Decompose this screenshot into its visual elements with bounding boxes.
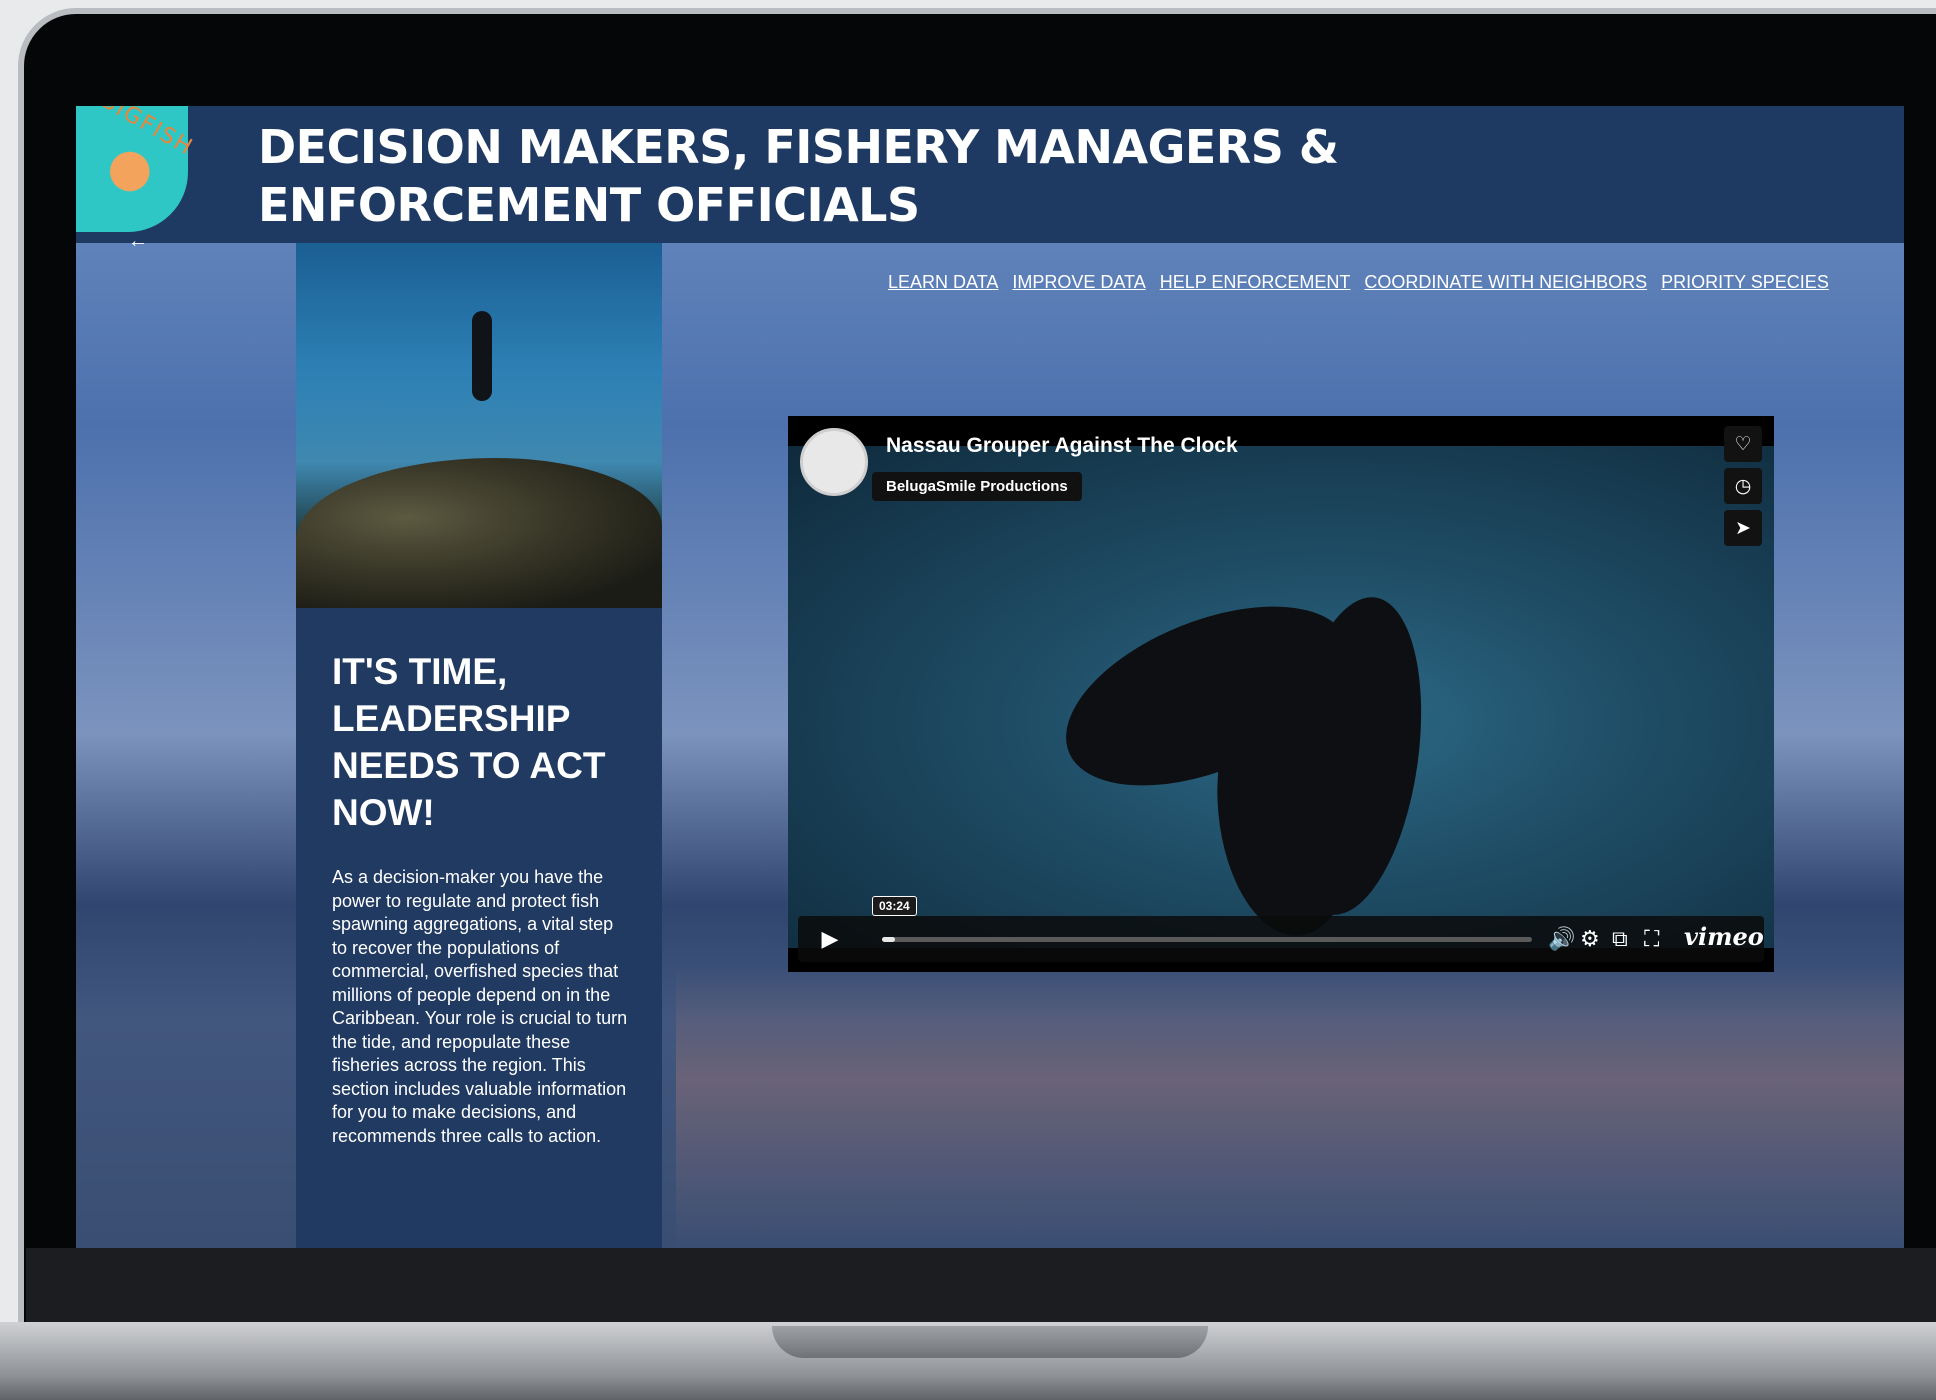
video-frame[interactable]	[788, 446, 1774, 948]
site-header: BIGFISH ← DECISION MAKERS, FISHERY MANAG…	[76, 106, 1904, 252]
volume-icon[interactable]: 🔊	[1548, 926, 1575, 952]
gear-icon[interactable]: ⚙	[1580, 926, 1600, 952]
bigfish-logo[interactable]: BIGFISH	[76, 106, 198, 232]
laptop-notch	[772, 1326, 1208, 1358]
clock-icon[interactable]: ◷	[1724, 468, 1762, 504]
sunset-background	[676, 966, 1904, 1248]
call-to-action-heading: IT'S TIME, LEADERSHIP NEEDS TO ACT NOW!	[332, 651, 606, 833]
nav-link-learn-data[interactable]: LEARN DATA	[888, 272, 998, 293]
nav-link-improve-data[interactable]: IMPROVE DATA	[1012, 272, 1145, 293]
website-screen: BIGFISH ← DECISION MAKERS, FISHERY MANAG…	[76, 106, 1904, 1248]
page-title: DECISION MAKERS, FISHERY MANAGERS & ENFO…	[258, 120, 1339, 232]
video-title[interactable]: Nassau Grouper Against The Clock	[886, 434, 1238, 458]
video-owner[interactable]: BelugaSmile Productions	[872, 472, 1082, 501]
fullscreen-icon[interactable]: ⛶	[1644, 926, 1659, 952]
nav-link-priority-species[interactable]: PRIORITY SPECIES	[1661, 272, 1829, 293]
diver-photo	[296, 243, 662, 608]
paper-plane-icon[interactable]: ➤	[1724, 510, 1762, 546]
heart-icon[interactable]: ♡	[1724, 426, 1762, 462]
player-controls: ▶ 03:24 🔊 ⚙ ⧉ ⛶ vimeo	[798, 896, 1764, 962]
nav-link-help-enforcement[interactable]: HELP ENFORCEMENT	[1160, 272, 1351, 293]
coral-reef	[296, 458, 662, 608]
vimeo-logo[interactable]: vimeo	[1684, 922, 1764, 951]
nav-link-coordinate-with-neighbors[interactable]: COORDINATE WITH NEIGHBORS	[1364, 272, 1647, 293]
back-arrow-icon[interactable]: ←	[128, 230, 148, 253]
progress-fill	[882, 937, 895, 942]
progress-bar[interactable]	[882, 937, 1532, 942]
diver-figure	[472, 311, 492, 401]
channel-avatar[interactable]	[800, 428, 868, 496]
intro-paragraph: As a decision-maker you have the power t…	[332, 867, 628, 1146]
laptop-chin	[26, 1248, 1936, 1324]
timecode-tooltip: 03:24	[872, 896, 917, 916]
intro-panel: IT'S TIME, LEADERSHIP NEEDS TO ACT NOW! …	[296, 608, 662, 1248]
picture-in-picture-icon[interactable]: ⧉	[1612, 926, 1628, 952]
section-nav: LEARN DATA IMPROVE DATA HELP ENFORCEMENT…	[888, 272, 1829, 293]
vimeo-player[interactable]: Nassau Grouper Against The Clock BelugaS…	[788, 416, 1774, 972]
play-icon[interactable]: ▶	[810, 924, 850, 954]
logo-text: BIGFISH	[96, 106, 198, 161]
